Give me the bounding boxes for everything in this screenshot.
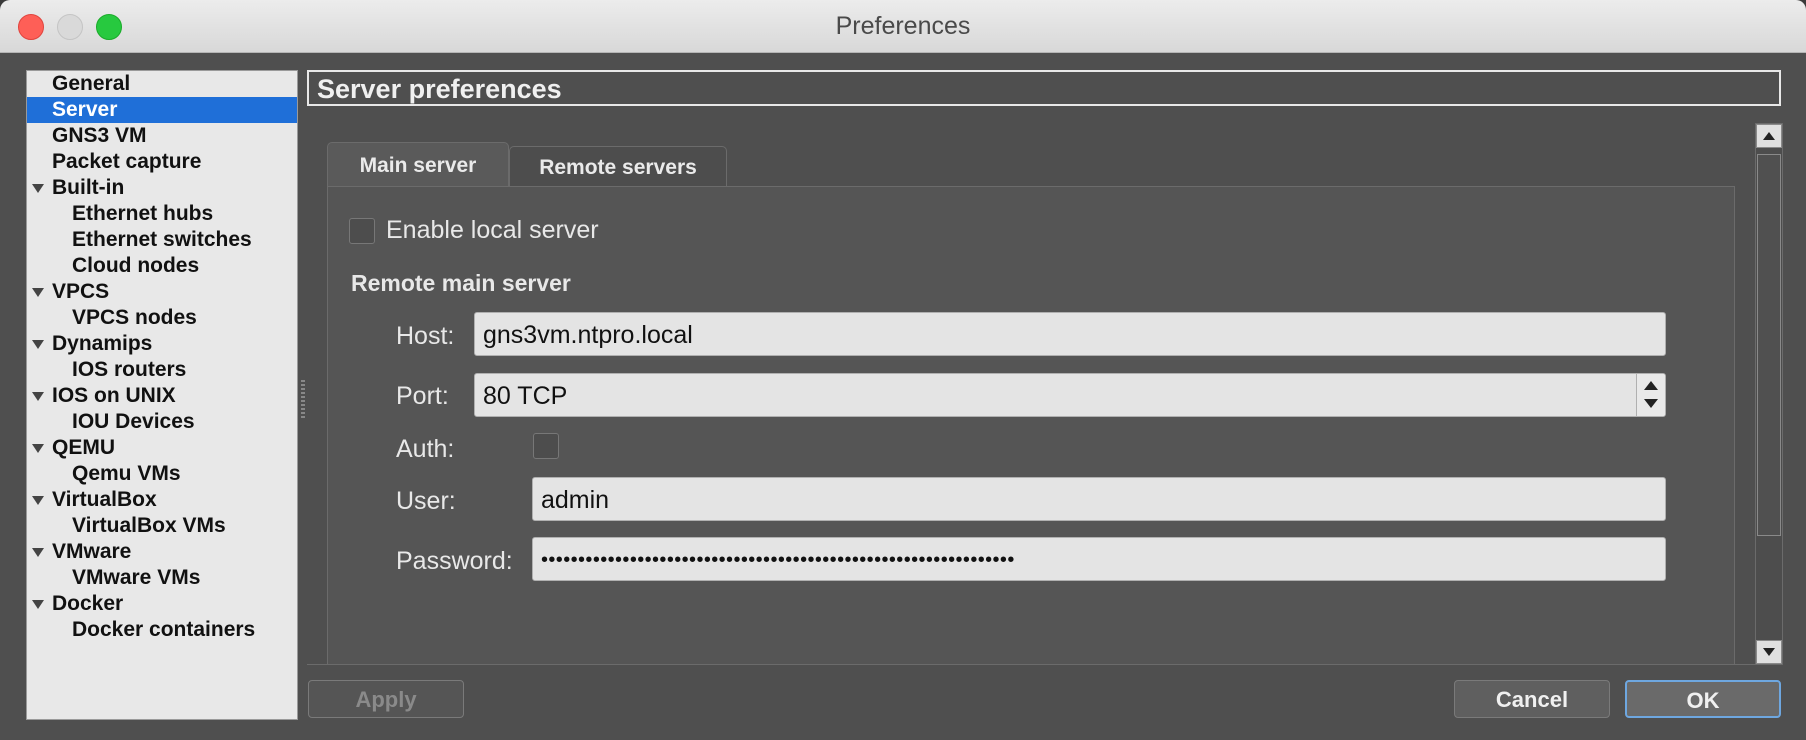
sidebar-item-label: Cloud nodes bbox=[72, 254, 200, 277]
remote-main-server-heading: Remote main server bbox=[351, 270, 571, 296]
sidebar-item-ethernet-switches[interactable]: Ethernet switches bbox=[27, 227, 297, 253]
sidebar-item-gns3-vm[interactable]: GNS3 VM bbox=[27, 123, 297, 149]
sidebar-item-label: GNS3 VM bbox=[52, 124, 147, 147]
sidebar-item-vmware[interactable]: VMware bbox=[27, 539, 297, 565]
enable-local-server-checkbox[interactable] bbox=[349, 218, 375, 244]
preferences-sidebar-tree[interactable]: General Server GNS3 VM Packet capture Built-… bbox=[26, 70, 298, 720]
host-label: Host: bbox=[396, 322, 455, 350]
sidebar-item-label: IOU Devices bbox=[72, 410, 195, 433]
sidebar-item-label: Qemu VMs bbox=[72, 462, 181, 485]
tab-remote-servers[interactable]: Remote servers bbox=[509, 146, 727, 189]
expand-arrow-icon[interactable] bbox=[32, 548, 44, 557]
spin-down-icon[interactable] bbox=[1644, 399, 1658, 408]
splitter-handle[interactable] bbox=[301, 380, 305, 418]
sidebar-item-label: Ethernet switches bbox=[72, 228, 252, 251]
user-input[interactable]: admin bbox=[532, 477, 1666, 521]
tab-main-server-label: Main server bbox=[359, 154, 477, 177]
password-input[interactable]: ••••••••••••••••••••••••••••••••••••••••… bbox=[532, 537, 1666, 581]
sidebar-item-virtualbox[interactable]: VirtualBox bbox=[27, 487, 297, 513]
main-server-panel bbox=[327, 186, 1735, 665]
divider bbox=[307, 664, 1781, 665]
sidebar-item-ethernet-hubs[interactable]: Ethernet hubs bbox=[27, 201, 297, 227]
sidebar-item-label: Packet capture bbox=[52, 150, 202, 173]
sidebar-item-label: IOS routers bbox=[72, 358, 187, 381]
page-title: Server preferences bbox=[317, 74, 562, 104]
port-label: Port: bbox=[396, 382, 449, 410]
sidebar-item-docker-containers[interactable]: Docker containers bbox=[27, 617, 297, 643]
sidebar-item-general[interactable]: General bbox=[27, 71, 297, 97]
sidebar-item-docker[interactable]: Docker bbox=[27, 591, 297, 617]
scrollbar-thumb[interactable] bbox=[1757, 154, 1781, 536]
sidebar-item-label: Ethernet hubs bbox=[72, 202, 214, 225]
sidebar-item-vpcs-nodes[interactable]: VPCS nodes bbox=[27, 305, 297, 331]
expand-arrow-icon[interactable] bbox=[32, 184, 44, 193]
expand-arrow-icon[interactable] bbox=[32, 600, 44, 609]
sidebar-item-label: General bbox=[52, 72, 131, 95]
tab-main-server[interactable]: Main server bbox=[327, 142, 509, 189]
port-value: 80 TCP bbox=[483, 382, 568, 410]
sidebar-item-ios-routers[interactable]: IOS routers bbox=[27, 357, 297, 383]
sidebar-item-label: QEMU bbox=[52, 436, 115, 459]
title-bar[interactable]: Preferences bbox=[0, 0, 1806, 53]
sidebar-item-label: VirtualBox bbox=[52, 488, 157, 511]
auth-checkbox[interactable] bbox=[533, 433, 559, 459]
cancel-button[interactable]: Cancel bbox=[1454, 680, 1610, 718]
expand-arrow-icon[interactable] bbox=[32, 444, 44, 453]
enable-local-server-label[interactable]: Enable local server bbox=[386, 216, 599, 245]
password-label: Password: bbox=[396, 547, 513, 575]
preferences-window: Preferences General Server GNS3 VM Packet c… bbox=[0, 0, 1806, 740]
sidebar-item-label: Docker bbox=[52, 592, 124, 615]
sidebar-item-vpcs[interactable]: VPCS bbox=[27, 279, 297, 305]
sidebar-item-qemu[interactable]: QEMU bbox=[27, 435, 297, 461]
sidebar-item-label: Built-in bbox=[52, 176, 125, 199]
tab-remote-servers-label: Remote servers bbox=[539, 156, 697, 179]
expand-arrow-icon[interactable] bbox=[32, 392, 44, 401]
arrow-down-icon bbox=[1763, 648, 1775, 656]
user-label: User: bbox=[396, 487, 456, 515]
sidebar-item-dynamips[interactable]: Dynamips bbox=[27, 331, 297, 357]
sidebar-item-cloud-nodes[interactable]: Cloud nodes bbox=[27, 253, 297, 279]
sidebar-item-packet-capture[interactable]: Packet capture bbox=[27, 149, 297, 175]
sidebar-item-label: VPCS bbox=[52, 280, 110, 303]
page-title-box: Server preferences bbox=[307, 70, 1781, 106]
port-stepper[interactable] bbox=[1636, 374, 1665, 416]
sidebar-item-qemu-vms[interactable]: Qemu VMs bbox=[27, 461, 297, 487]
sidebar-item-label: IOS on UNIX bbox=[52, 384, 176, 407]
sidebar-item-vmware-vms[interactable]: VMware VMs bbox=[27, 565, 297, 591]
vertical-scrollbar[interactable] bbox=[1755, 123, 1783, 665]
port-spinbox[interactable]: 80 TCP bbox=[474, 373, 1666, 417]
sidebar-item-ios-on-unix[interactable]: IOS on UNIX bbox=[27, 383, 297, 409]
apply-button[interactable]: Apply bbox=[308, 680, 464, 718]
sidebar-item-built-in[interactable]: Built-in bbox=[27, 175, 297, 201]
expand-arrow-icon[interactable] bbox=[32, 340, 44, 349]
sidebar-item-label: Docker containers bbox=[72, 618, 256, 641]
sidebar-item-label: VMware VMs bbox=[72, 566, 201, 589]
sidebar-item-iou-devices[interactable]: IOU Devices bbox=[27, 409, 297, 435]
sidebar-item-label: Server bbox=[52, 98, 118, 121]
auth-label: Auth: bbox=[396, 435, 455, 463]
sidebar-item-server[interactable]: Server bbox=[27, 97, 297, 123]
arrow-up-icon bbox=[1763, 132, 1775, 140]
expand-arrow-icon[interactable] bbox=[32, 496, 44, 505]
spin-up-icon[interactable] bbox=[1644, 381, 1658, 390]
scroll-up-button[interactable] bbox=[1756, 124, 1782, 148]
sidebar-item-label: VMware bbox=[52, 540, 132, 563]
host-input[interactable]: gns3vm.ntpro.local bbox=[474, 312, 1666, 356]
ok-button[interactable]: OK bbox=[1625, 680, 1781, 718]
expand-arrow-icon[interactable] bbox=[32, 288, 44, 297]
sidebar-item-label: VirtualBox VMs bbox=[72, 514, 226, 537]
scroll-down-button[interactable] bbox=[1756, 640, 1782, 664]
sidebar-item-label: VPCS nodes bbox=[72, 306, 197, 329]
sidebar-item-virtualbox-vms[interactable]: VirtualBox VMs bbox=[27, 513, 297, 539]
sidebar-item-label: Dynamips bbox=[52, 332, 153, 355]
window-title: Preferences bbox=[835, 12, 971, 40]
